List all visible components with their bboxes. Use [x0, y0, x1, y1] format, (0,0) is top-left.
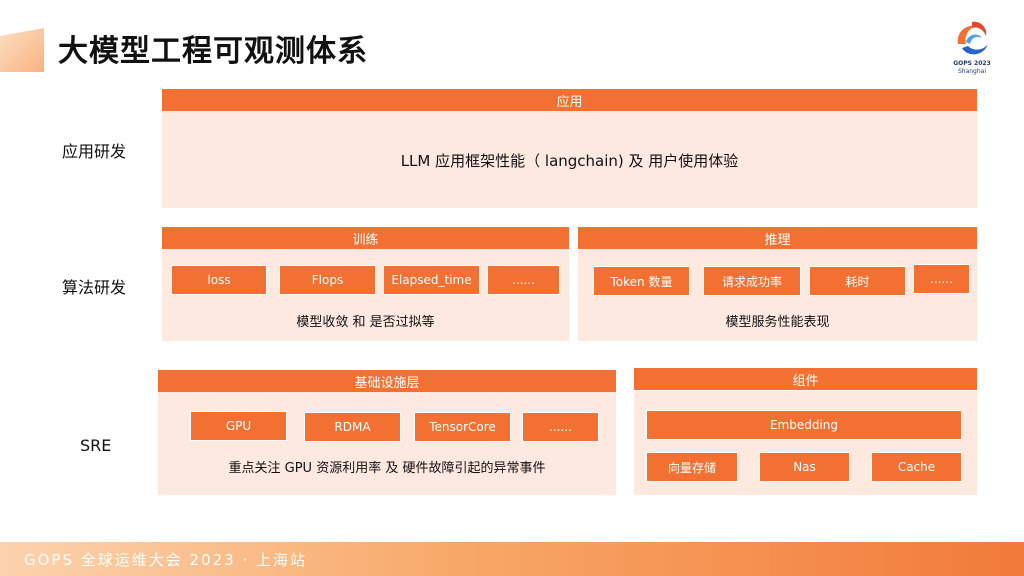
footer-text: GOPS 全球运维大会 2023 · 上海站: [24, 551, 308, 569]
row-label-app-dev: 应用研发: [62, 142, 127, 161]
infra-chip-tensorcore: TensorCore: [414, 412, 511, 442]
components-chip-nas: Nas: [759, 452, 850, 482]
inference-header: 推理: [578, 227, 977, 249]
application-description: LLM 应用框架性能（ langchain) 及 用户使用体验: [400, 152, 739, 170]
gops-logo: GOPS 2023 Shanghai: [944, 18, 1000, 84]
inference-description: 模型服务性能表现: [725, 315, 830, 330]
training-chip-elapsed-time: Elapsed_time: [383, 265, 480, 295]
page-title: 大模型工程可观测体系: [58, 34, 368, 69]
components-chip-embedding: Embedding: [646, 410, 962, 440]
training-description: 模型收敛 和 是否过拟等: [296, 315, 435, 330]
inference-chip-latency: 耗时: [809, 266, 906, 296]
components-header: 组件: [634, 368, 977, 390]
gops-logo-icon: [957, 21, 988, 55]
inference-chip-more: ......: [913, 264, 970, 294]
title-accent-shape: [0, 28, 44, 72]
infra-chip-more: ......: [522, 412, 599, 442]
infra-chip-gpu: GPU: [190, 411, 287, 441]
components-chip-cache: Cache: [871, 452, 962, 482]
logo-text-event: GOPS 2023: [953, 60, 991, 67]
infra-description: 重点关注 GPU 资源利用率 及 硬件故障引起的异常事件: [228, 461, 546, 476]
components-chip-vector-store: 向量存储: [646, 452, 738, 482]
training-header: 训练: [162, 227, 569, 249]
row-label-algo-dev: 算法研发: [62, 278, 127, 297]
training-chip-more: ......: [487, 265, 560, 295]
application-header: 应用: [162, 89, 977, 111]
infra-header: 基础设施层: [158, 370, 616, 392]
infra-chip-rdma: RDMA: [304, 412, 401, 442]
training-chip-loss: loss: [171, 265, 267, 295]
row-label-sre: SRE: [80, 436, 112, 455]
inference-chip-token-count: Token 数量: [593, 266, 690, 296]
logo-text-city: Shanghai: [957, 68, 987, 75]
inference-chip-success-rate: 请求成功率: [703, 266, 801, 296]
training-chip-flops: Flops: [279, 265, 376, 295]
infra-panel: [158, 391, 616, 495]
